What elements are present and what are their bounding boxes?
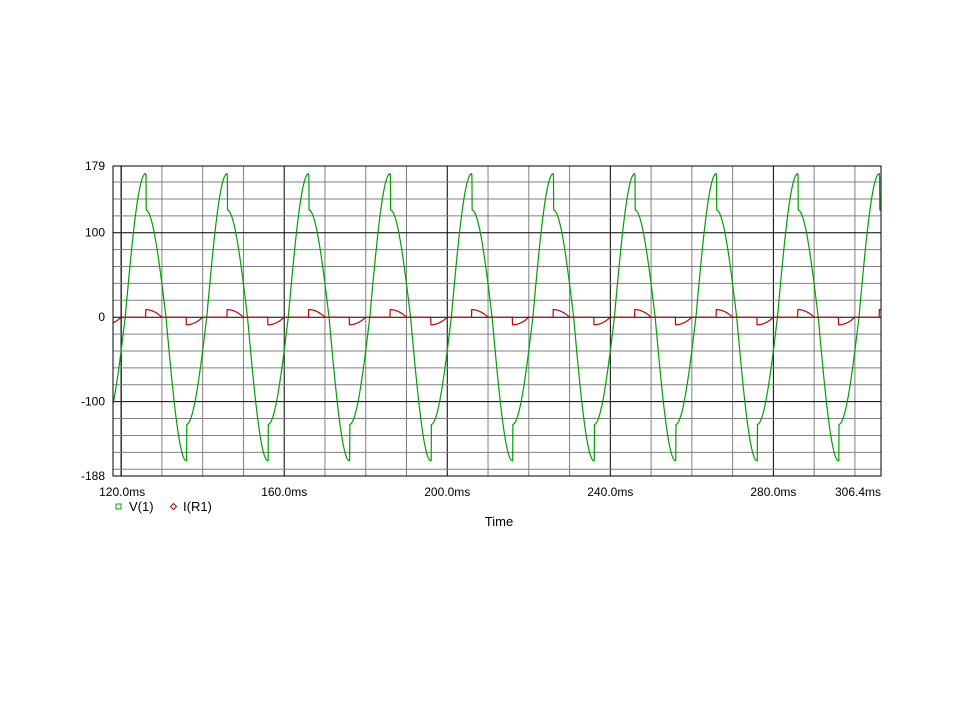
y-tick-label: 179 (85, 159, 105, 173)
y-tick-label: 100 (85, 226, 105, 240)
x-tick-label: 200.0ms (424, 485, 470, 499)
x-tick-label: 306.4ms (835, 485, 881, 499)
page-background (0, 0, 960, 720)
legend-label-ir1: I(R1) (183, 499, 212, 514)
chart-root: 179 100 0 -100 -188 120.0ms 160.0ms 200.0ms 240… (0, 0, 960, 720)
y-tick-label: 0 (98, 310, 105, 324)
legend-label-v1: V(1) (129, 499, 154, 514)
x-tick-label: 160.0ms (261, 485, 307, 499)
y-tick-label: -188 (81, 469, 105, 483)
x-axis-title: Time (485, 514, 513, 529)
x-tick-label: 240.0ms (587, 485, 633, 499)
x-tick-label: 120.0ms (99, 485, 145, 499)
y-tick-label: -100 (81, 395, 105, 409)
x-tick-label: 280.0ms (750, 485, 796, 499)
